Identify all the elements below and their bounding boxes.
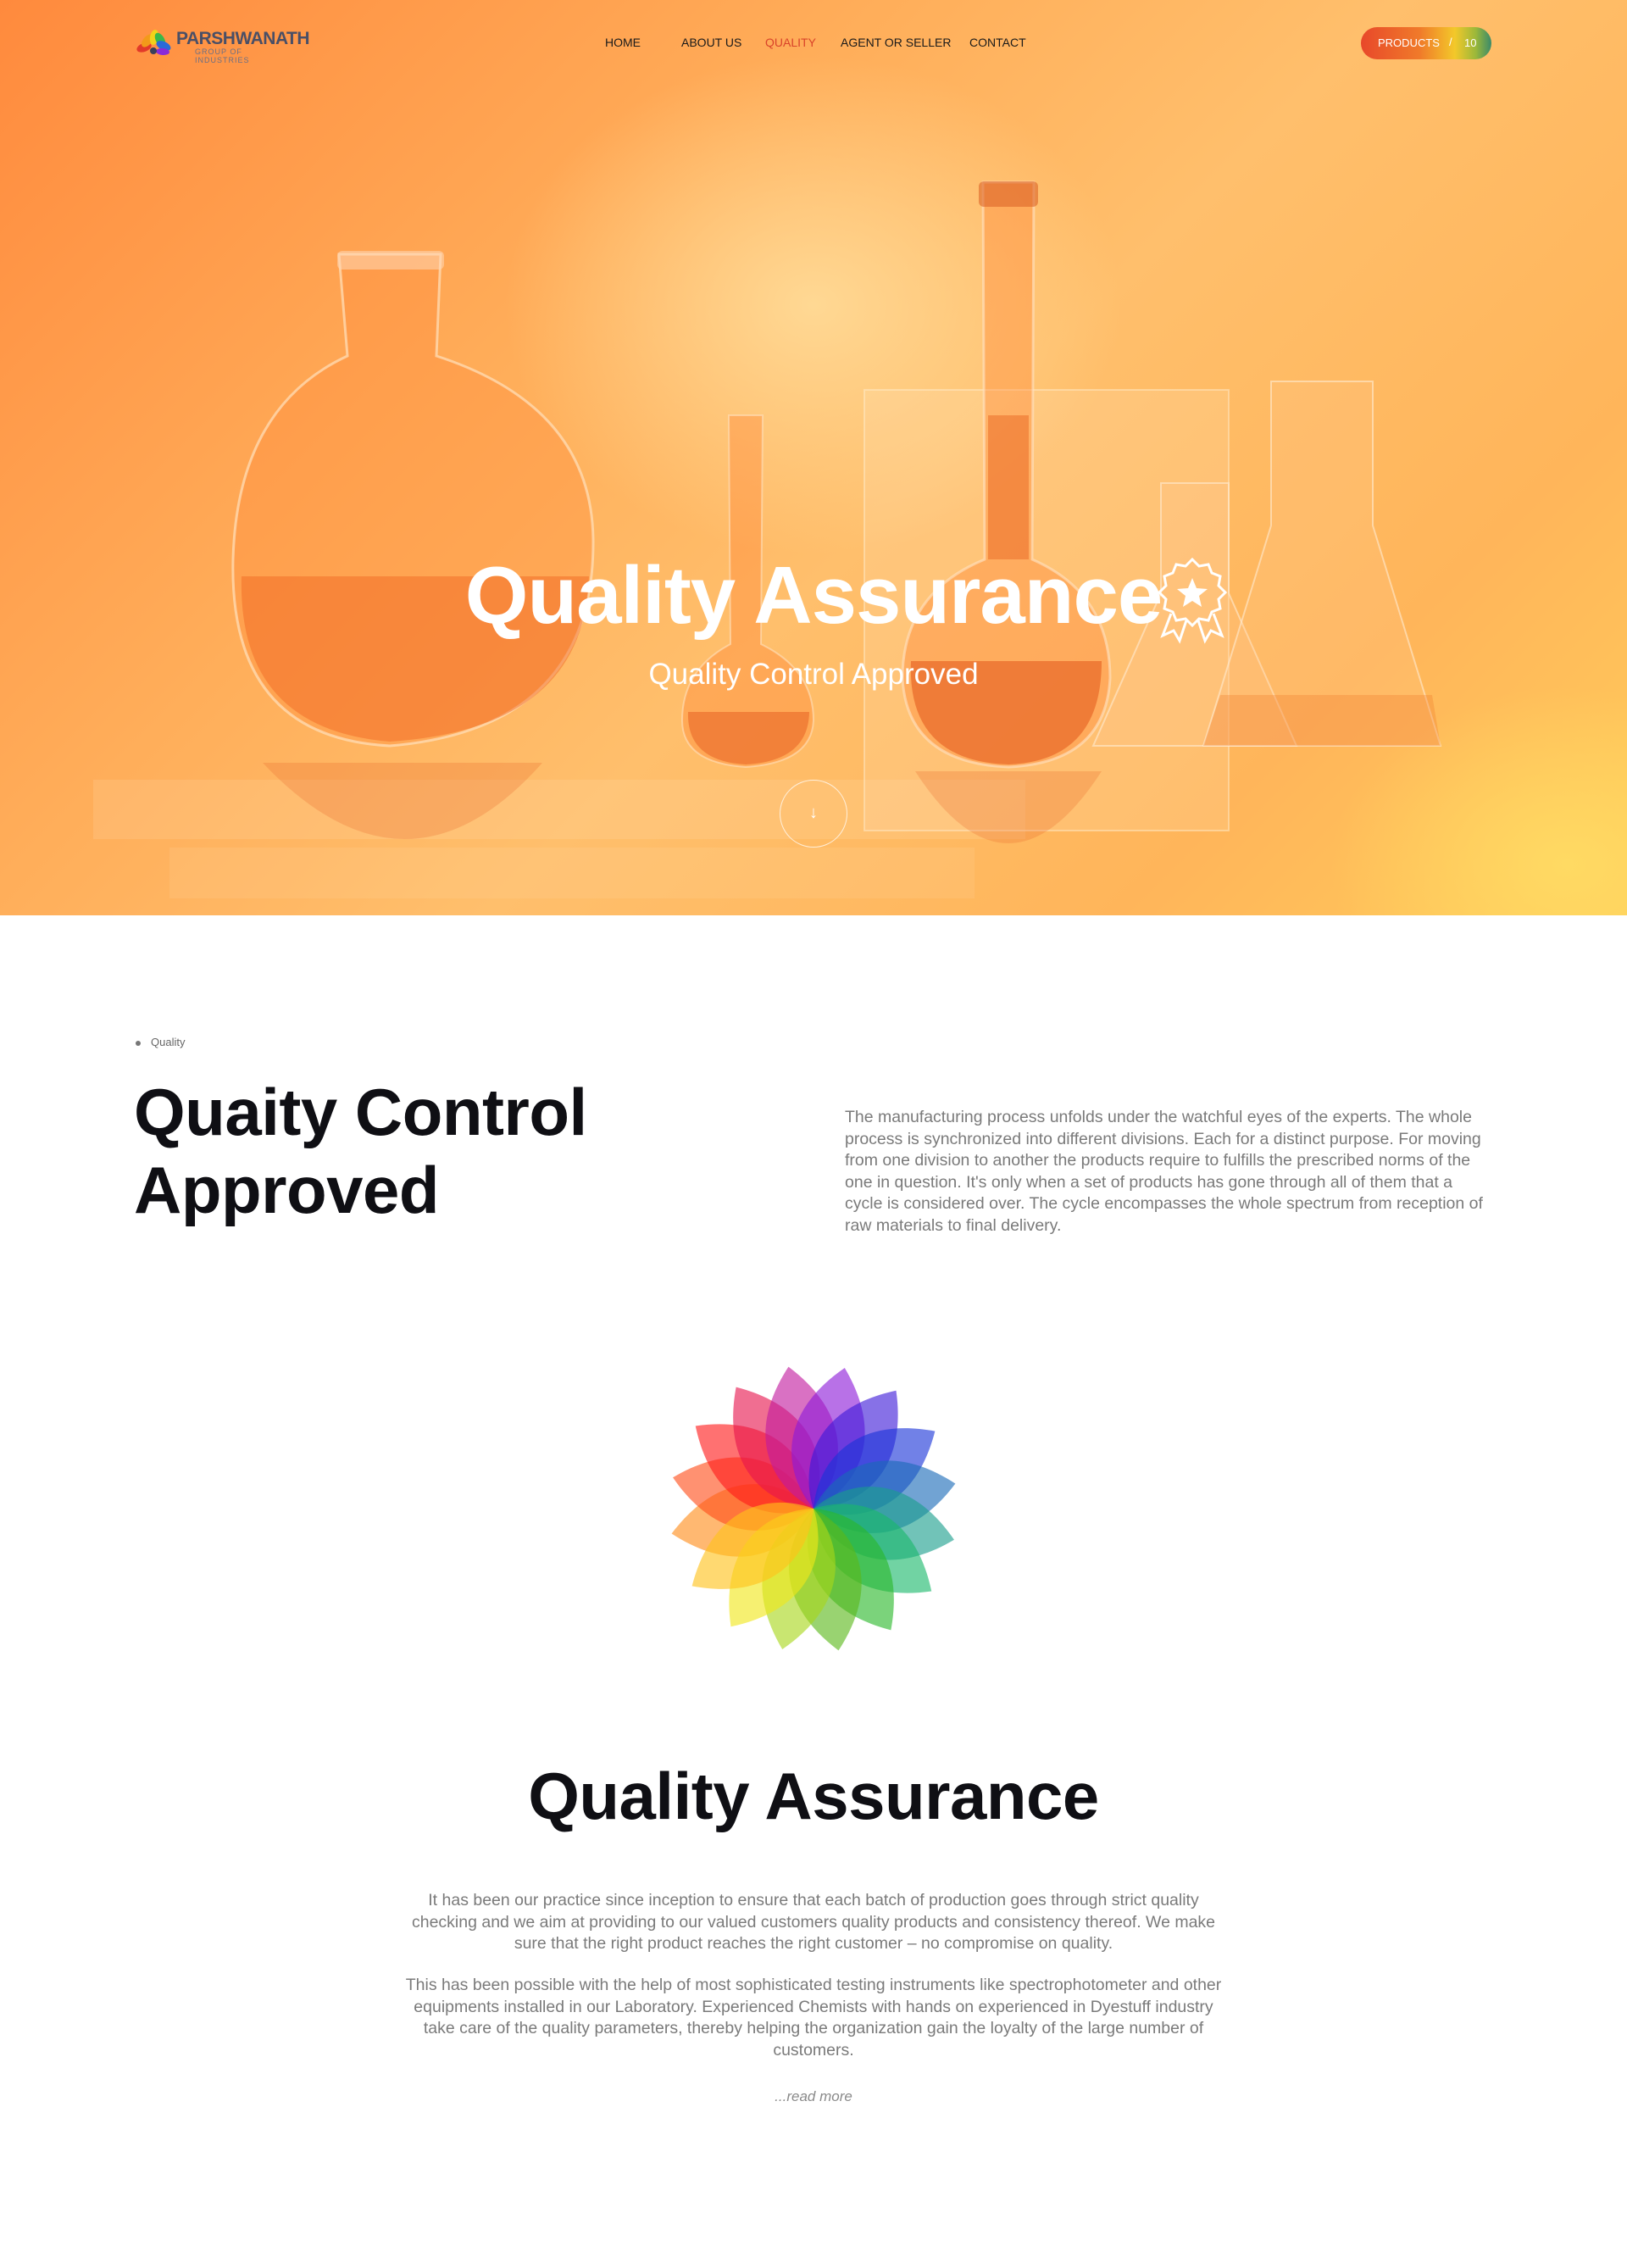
- intro-paragraph: The manufacturing process unfolds under …: [845, 1108, 1483, 1235]
- products-label: PRODUCTS: [1378, 36, 1440, 49]
- brand-name: PARSHWANATH: [176, 29, 310, 48]
- hero-subtitle: Quality Control Approved: [648, 658, 979, 691]
- qa-paragraph-2: This has been possible with the help of …: [405, 1976, 1222, 2060]
- nav-item-contact[interactable]: CONTACT: [969, 36, 1026, 49]
- products-separator: /: [1449, 36, 1452, 48]
- breadcrumb-label: Quality: [151, 1036, 186, 1048]
- award-badge-icon: [1157, 557, 1228, 644]
- intro-heading: Quaity Control Approved: [134, 1073, 727, 1229]
- qa-paragraph-1: It has been our practice since inception…: [411, 1891, 1216, 1953]
- nav-item-agent-or-seller[interactable]: AGENT OR SELLER: [841, 36, 951, 49]
- intro-heading-line-2: Approved: [134, 1153, 440, 1227]
- nav-item-about-us[interactable]: ABOUT US: [681, 36, 741, 49]
- read-more-link[interactable]: ...read more: [0, 2088, 1627, 2105]
- peacock-logo-icon: [136, 30, 171, 56]
- brand-logo[interactable]: PARSHWANATH GROUP OF INDUSTRIES: [136, 27, 310, 64]
- scroll-down-button[interactable]: ↓: [780, 780, 847, 848]
- products-button[interactable]: PRODUCTS / 10: [1361, 27, 1491, 59]
- bullet-dot-icon: [136, 1040, 141, 1046]
- nav-item-home[interactable]: HOME: [605, 36, 641, 49]
- arrow-down-icon: ↓: [809, 803, 818, 822]
- flower-petals: [671, 1366, 956, 1651]
- lab-glassware-image: [93, 181, 1442, 898]
- color-wheel-flower-image: [671, 1366, 956, 1651]
- hero-section: PARSHWANATH GROUP OF INDUSTRIES HOME ABO…: [0, 0, 1627, 915]
- breadcrumb: Quality: [136, 1036, 185, 1048]
- qa-title: Quality Assurance: [528, 1759, 1099, 1833]
- hero-title: Quality Assurance: [464, 550, 1163, 641]
- intro-heading-line-1: Quaity Control: [134, 1075, 587, 1149]
- brand-tagline: GROUP OF INDUSTRIES: [195, 47, 250, 64]
- top-navigation: PARSHWANATH GROUP OF INDUSTRIES HOME ABO…: [0, 0, 1627, 85]
- nav-item-quality[interactable]: QUALITY: [765, 36, 816, 49]
- products-count: 10: [1464, 36, 1477, 49]
